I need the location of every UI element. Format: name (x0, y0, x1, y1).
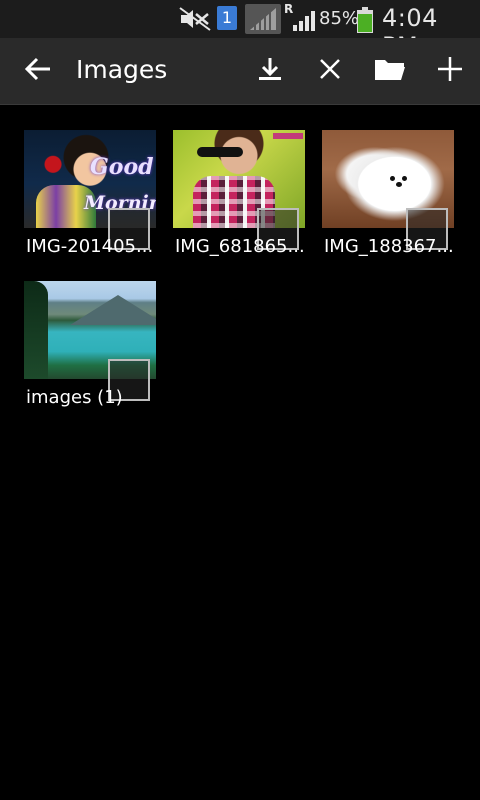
image-filename: IMG-201405... (26, 236, 154, 257)
trees-shape (24, 281, 48, 379)
overlay-text: Good (90, 154, 154, 180)
eye-shape (390, 176, 395, 181)
sunglasses-shape (197, 147, 243, 157)
folder-icon (373, 55, 407, 87)
mountain-shape (70, 295, 156, 325)
battery-percent: 85% (319, 8, 360, 29)
download-icon (256, 55, 284, 87)
add-button[interactable] (430, 51, 470, 91)
status-bar: 1 R 85% 4:04 PM (0, 0, 480, 60)
back-arrow-icon (24, 55, 52, 87)
signal-icon (245, 4, 281, 34)
close-icon (317, 56, 343, 86)
image-filename: images (1) (26, 387, 123, 408)
mute-icon (178, 6, 212, 32)
watermark (273, 133, 303, 139)
nose-shape (396, 182, 402, 187)
image-tile[interactable]: images (1) (24, 281, 174, 421)
page-title: Images (76, 55, 168, 84)
image-tile[interactable]: IMG_188367... (322, 130, 472, 270)
download-button[interactable] (250, 51, 290, 91)
folder-button[interactable] (370, 51, 410, 91)
image-filename: IMG_681865... (175, 236, 305, 257)
close-button[interactable] (310, 51, 350, 91)
sim-icon: 1 (217, 6, 237, 30)
battery-icon (356, 7, 374, 33)
action-bar: Images (0, 38, 480, 105)
eye-shape (402, 176, 407, 181)
signal-bars-icon (292, 8, 316, 32)
image-tile[interactable]: Good Morning IMG-201405... (24, 130, 174, 270)
image-tile[interactable]: IMG_681865... (173, 130, 323, 270)
image-filename: IMG_188367... (324, 236, 454, 257)
back-button[interactable] (18, 51, 58, 91)
add-icon (436, 55, 464, 87)
